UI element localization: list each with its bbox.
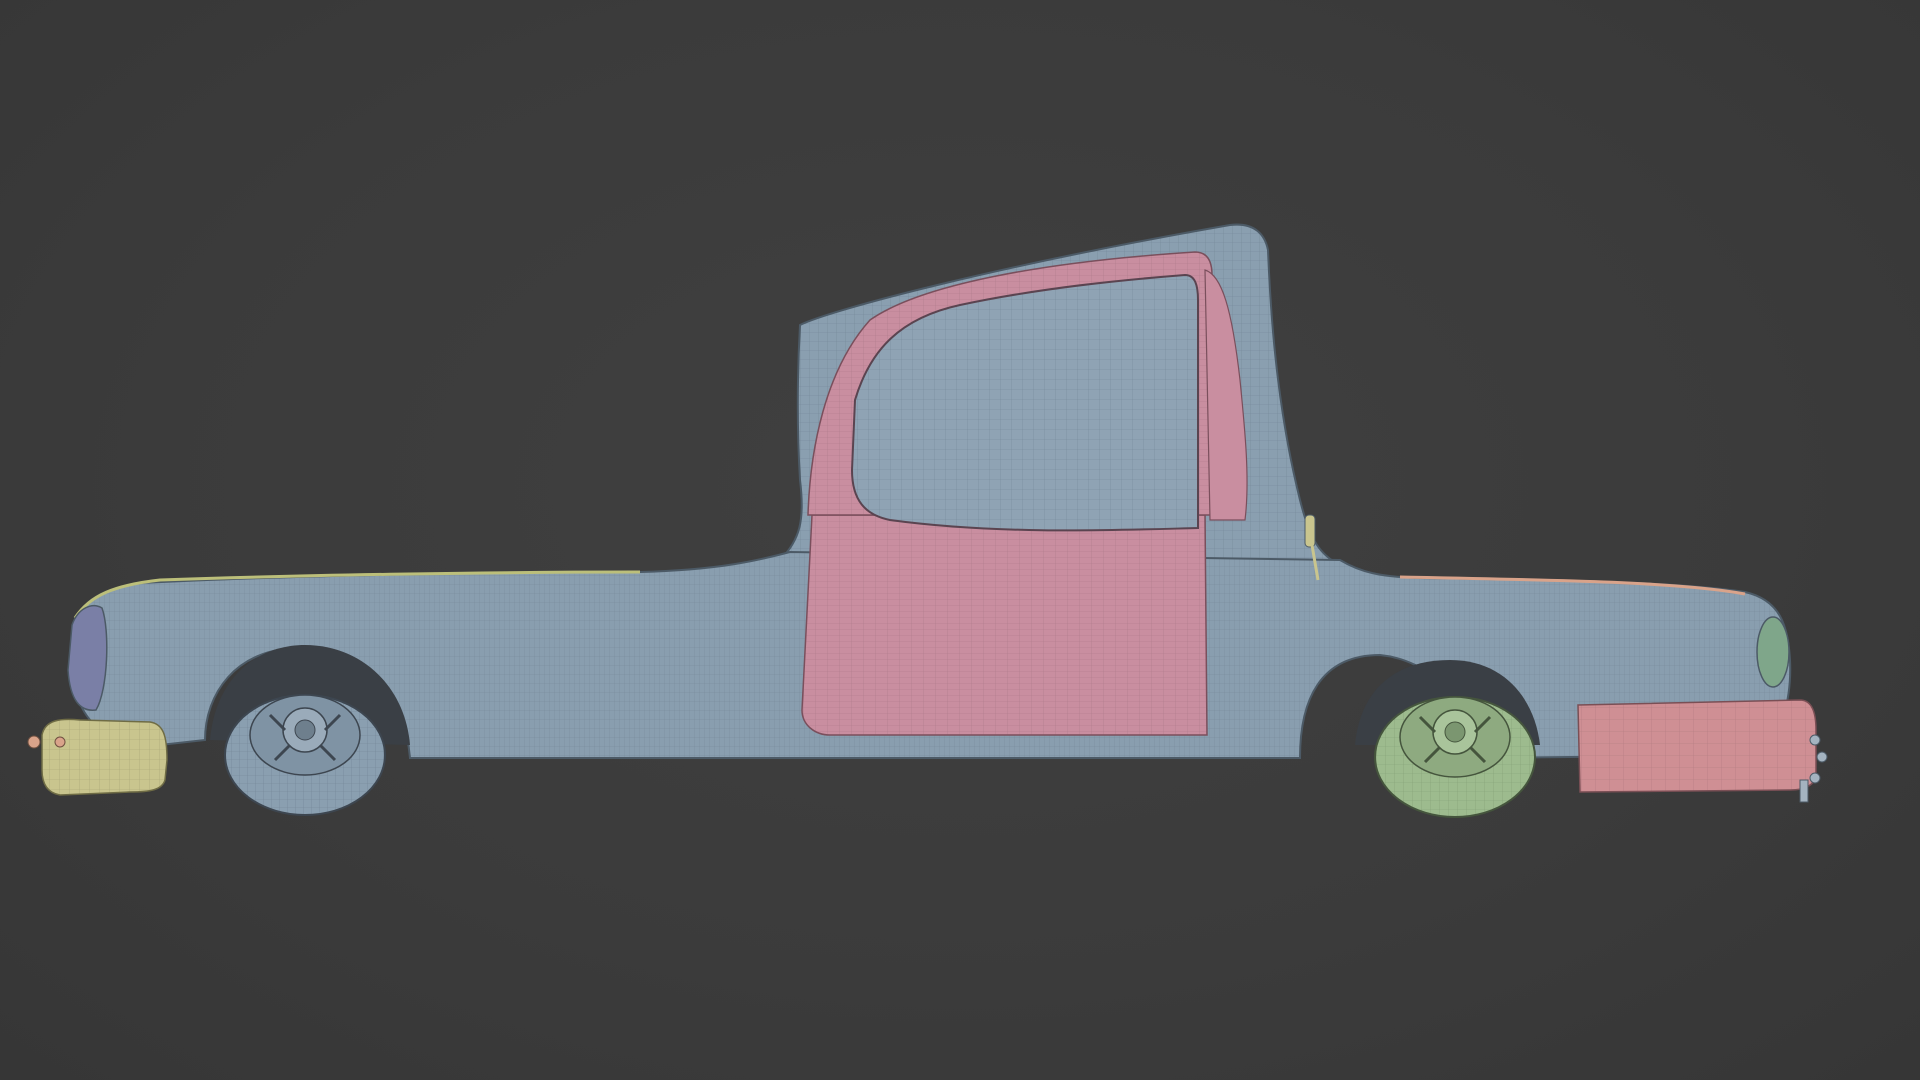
car-model-scene[interactable] <box>0 0 1920 1080</box>
front-bumper-knob <box>27 735 41 749</box>
front-wheel[interactable] <box>224 694 386 816</box>
front-headlight <box>67 604 108 711</box>
front-bumper-bolt <box>54 736 66 748</box>
3d-viewport[interactable] <box>0 0 1920 1080</box>
rear-taillight <box>1756 616 1790 688</box>
rear-wheel[interactable] <box>1374 696 1536 818</box>
door-panel[interactable] <box>801 514 1208 736</box>
rear-bumper[interactable] <box>1577 699 1817 793</box>
front-bumper[interactable] <box>41 718 168 796</box>
